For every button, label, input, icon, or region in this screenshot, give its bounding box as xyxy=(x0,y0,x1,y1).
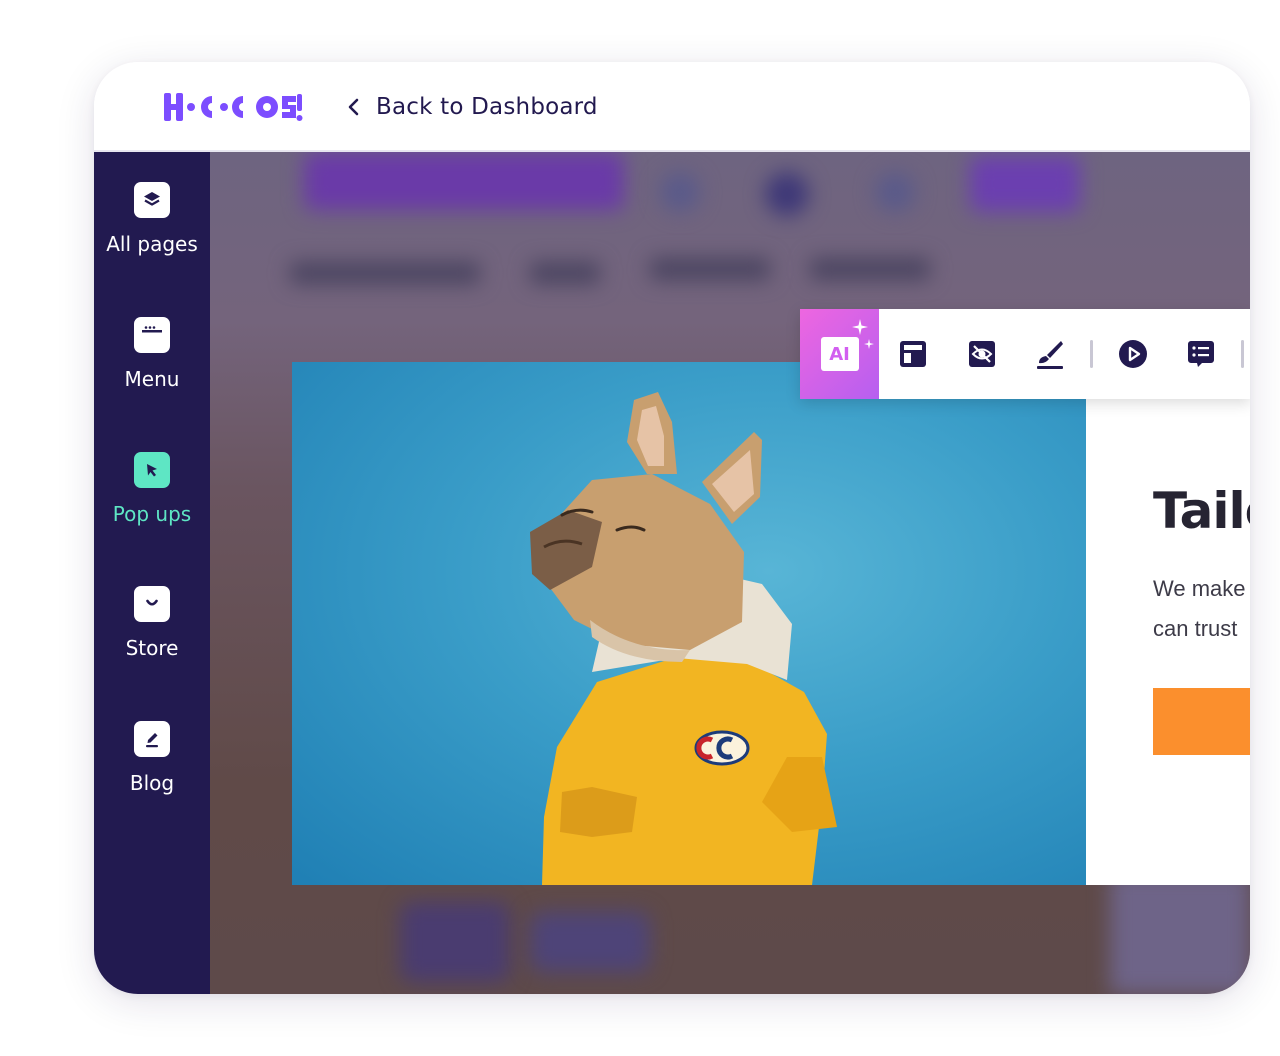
chevron-left-icon xyxy=(348,98,359,116)
style-button[interactable] xyxy=(1016,309,1084,399)
blurred-element xyxy=(530,912,650,972)
dog-photo xyxy=(530,392,837,885)
popup-hero-image[interactable] xyxy=(292,362,1086,885)
sparkle-icon xyxy=(852,319,868,335)
sidebar-item-store[interactable]: Store xyxy=(94,586,210,660)
shopping-bag-icon xyxy=(134,586,170,622)
content-button[interactable] xyxy=(1167,309,1235,399)
toolbar-divider xyxy=(1241,340,1244,368)
blurred-icon xyxy=(765,172,809,216)
hocoos-logo[interactable] xyxy=(164,90,304,124)
sidebar-item-label: Menu xyxy=(124,367,180,391)
website-preview-canvas[interactable]: Taile We make can trust AI xyxy=(210,152,1250,994)
body-line: can trust xyxy=(1153,616,1238,641)
popup-body-text[interactable]: We make can trust xyxy=(1153,569,1250,649)
sparkle-icon xyxy=(864,339,874,349)
layout-icon xyxy=(900,341,927,367)
cursor-popup-icon xyxy=(134,452,170,488)
blurred-icon xyxy=(875,172,915,212)
layers-icon xyxy=(134,182,170,218)
popup-content-panel: Taile We make can trust xyxy=(1086,399,1250,885)
sidebar-item-label: Pop ups xyxy=(112,502,192,526)
toolbar-divider xyxy=(1089,340,1093,368)
menu-window-icon xyxy=(134,317,170,353)
hide-button[interactable] xyxy=(947,309,1015,399)
element-toolbar: AI xyxy=(800,309,1250,399)
blurred-nav-link xyxy=(530,262,600,284)
blurred-element xyxy=(1110,872,1250,994)
top-bar: Back to Dashboard xyxy=(94,62,1250,152)
brush-icon xyxy=(1036,341,1063,369)
sidebar-item-blog[interactable]: Blog xyxy=(94,721,210,795)
blurred-button xyxy=(970,156,1080,212)
blurred-nav-link xyxy=(290,262,480,284)
list-chat-icon xyxy=(1188,341,1215,367)
sidebar-item-label: Blog xyxy=(129,771,175,795)
popup-cta-button[interactable] xyxy=(1153,688,1250,755)
back-to-dashboard-link[interactable]: Back to Dashboard xyxy=(348,91,598,123)
back-link-label: Back to Dashboard xyxy=(376,94,598,120)
play-icon xyxy=(1118,340,1147,368)
layout-button[interactable] xyxy=(879,309,947,399)
sidebar-nav: All pages Menu Pop ups Store Blog xyxy=(94,152,210,994)
animation-button[interactable] xyxy=(1099,309,1167,399)
sidebar-item-all-pages[interactable]: All pages xyxy=(94,182,210,256)
blurred-nav-link xyxy=(650,258,770,280)
blurred-nav-link xyxy=(810,258,930,280)
app-window: Back to Dashboard All pages Menu Pop ups… xyxy=(94,62,1250,994)
ai-button[interactable]: AI xyxy=(800,309,880,399)
sidebar-item-label: All pages xyxy=(106,232,198,256)
edit-note-icon xyxy=(134,721,170,757)
blurred-element xyxy=(400,902,510,982)
sidebar-item-label: Store xyxy=(125,636,179,660)
hide-icon xyxy=(968,341,995,367)
blurred-header-bar xyxy=(304,152,624,210)
popup-headline[interactable]: Taile xyxy=(1153,482,1250,540)
ai-label: AI xyxy=(820,337,859,371)
sidebar-item-pop-ups[interactable]: Pop ups xyxy=(94,452,210,526)
body-line: We make xyxy=(1153,576,1246,601)
sidebar-item-menu[interactable]: Menu xyxy=(94,317,210,391)
blurred-icon xyxy=(660,172,700,212)
